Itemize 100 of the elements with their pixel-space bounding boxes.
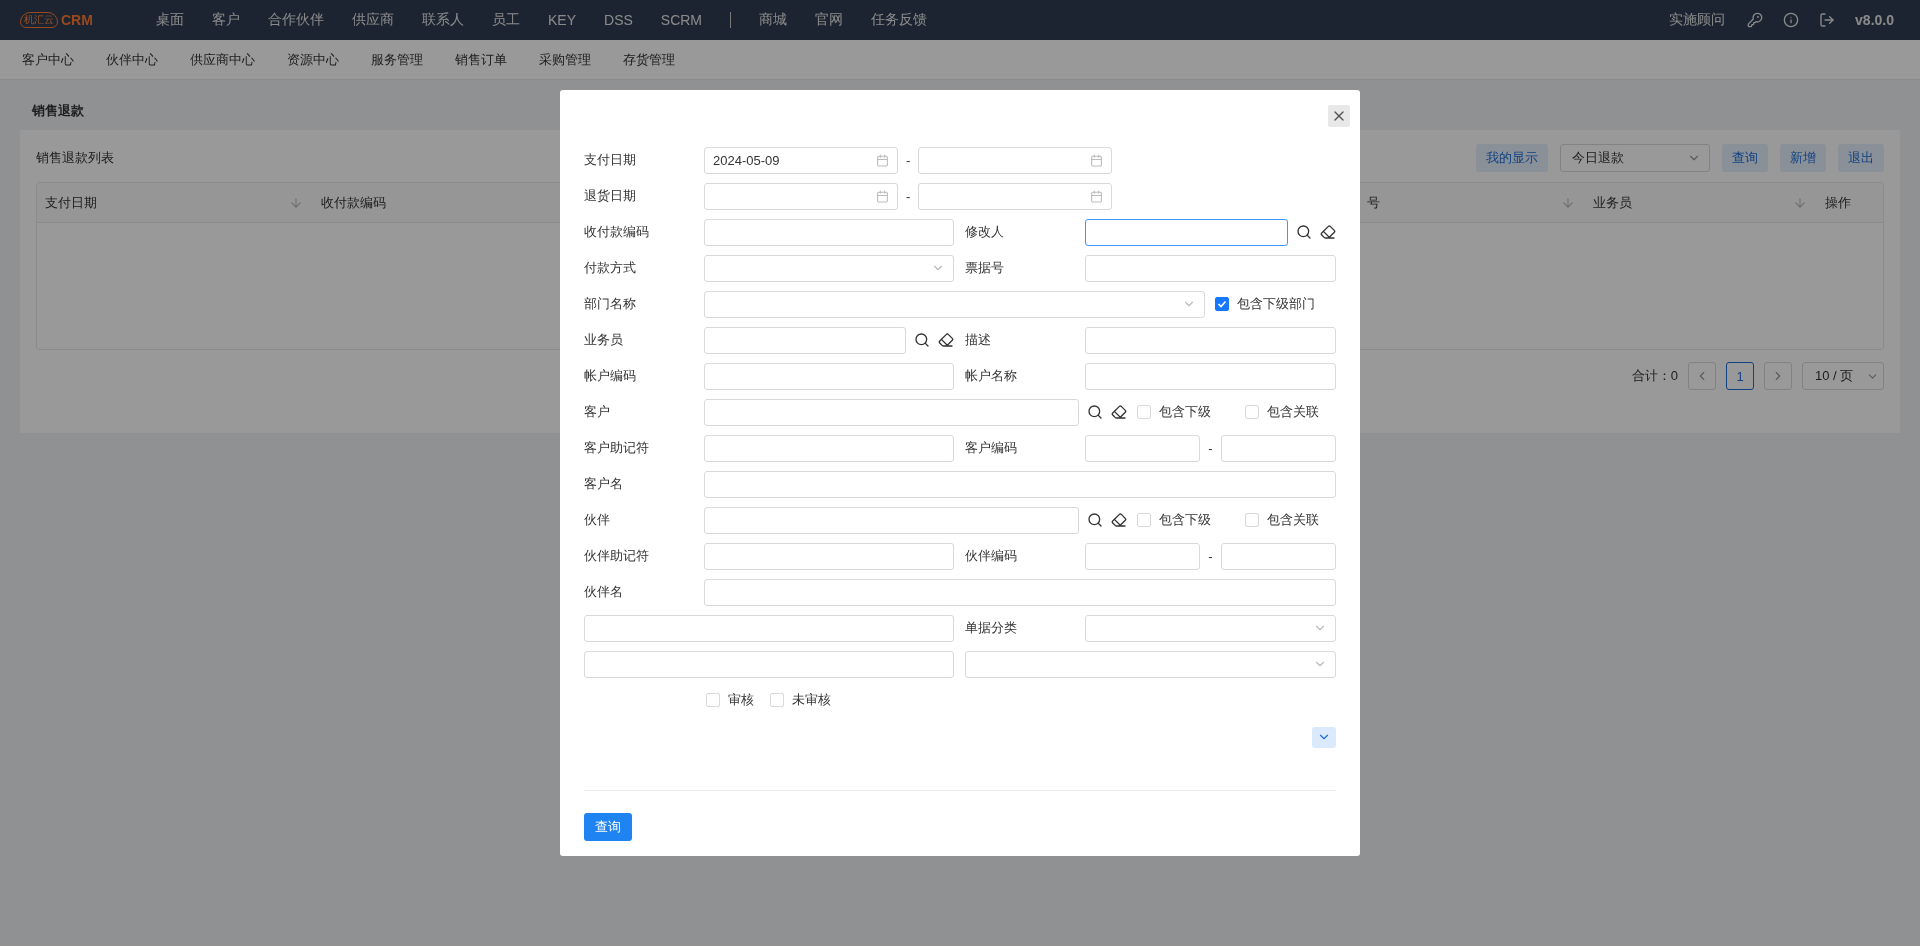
date-field[interactable] bbox=[918, 182, 1113, 210]
field-label: 票据号 bbox=[965, 259, 1005, 277]
nav-item[interactable]: 任务反馈 bbox=[857, 11, 942, 29]
search-icon[interactable] bbox=[914, 332, 930, 348]
info-icon[interactable] bbox=[1783, 12, 1800, 28]
checkbox-label: 包含关联 bbox=[1267, 403, 1319, 421]
field-label: 帐户名称 bbox=[965, 367, 1018, 385]
page-title: 销售退款 bbox=[32, 102, 84, 120]
checkbox-label: 包含关联 bbox=[1267, 511, 1319, 529]
range-dash: - bbox=[906, 152, 911, 168]
subnav-item[interactable]: 资源中心 bbox=[271, 50, 355, 69]
search-icon[interactable] bbox=[1087, 404, 1103, 420]
field-label: 伙伴助记符 bbox=[584, 547, 650, 565]
select-field[interactable] bbox=[1085, 614, 1336, 642]
search-icon[interactable] bbox=[1296, 224, 1312, 240]
logo-name: CRM bbox=[61, 12, 93, 28]
field-label: 业务员 bbox=[584, 331, 624, 349]
checkbox-label: 包含下级 bbox=[1159, 511, 1211, 529]
key-icon[interactable] bbox=[1747, 12, 1764, 28]
nav-item[interactable]: 合作伙伴 bbox=[254, 11, 338, 29]
subnav-item[interactable]: 伙伴中心 bbox=[90, 50, 174, 69]
nav-item[interactable]: 员工 bbox=[478, 11, 534, 29]
sort-arrow-icon[interactable] bbox=[1561, 195, 1575, 210]
expand-button[interactable] bbox=[1312, 726, 1336, 748]
date-field[interactable] bbox=[704, 182, 898, 210]
field-label: 伙伴编码 bbox=[965, 547, 1018, 565]
sort-arrow-icon[interactable] bbox=[289, 195, 303, 210]
total-label: 合计：0 bbox=[1631, 367, 1678, 385]
prev-page-button[interactable] bbox=[1688, 362, 1716, 390]
search-icon[interactable] bbox=[1087, 512, 1103, 528]
field-label: 客户 bbox=[584, 403, 611, 421]
column-header[interactable]: 业务员 bbox=[1593, 193, 1632, 212]
column-header[interactable]: 号 bbox=[1367, 193, 1380, 212]
subnav-item[interactable]: 客户中心 bbox=[6, 50, 90, 69]
eraser-icon[interactable] bbox=[1111, 404, 1127, 420]
field-label: 支付日期 bbox=[584, 151, 637, 169]
field-label: 伙伴名 bbox=[584, 583, 624, 601]
page-button[interactable]: 1 bbox=[1726, 362, 1754, 390]
column-header[interactable]: 支付日期 bbox=[45, 193, 97, 212]
eraser-icon[interactable] bbox=[938, 332, 954, 348]
submit-button[interactable]: 查询 bbox=[584, 813, 632, 841]
field-label: 客户名 bbox=[584, 475, 624, 493]
date-field[interactable] bbox=[918, 146, 1113, 174]
nav-item[interactable]: 供应商 bbox=[338, 11, 408, 29]
subnav-item[interactable]: 服务管理 bbox=[355, 50, 439, 69]
field-label: 退货日期 bbox=[584, 187, 637, 205]
nav-item[interactable]: 联系人 bbox=[408, 11, 478, 29]
checkbox[interactable]: 未审核 bbox=[770, 691, 831, 709]
nav-item[interactable]: 客户 bbox=[198, 11, 254, 29]
nav-item[interactable]: SCRM bbox=[646, 12, 717, 28]
range-dash: - bbox=[906, 188, 911, 204]
column-header[interactable]: 操作 bbox=[1825, 193, 1851, 212]
display-button[interactable]: 我的显示 bbox=[1476, 144, 1548, 172]
nav-item[interactable]: 官网 bbox=[801, 11, 858, 29]
select-field[interactable] bbox=[704, 254, 954, 282]
nav-item[interactable]: 商城 bbox=[745, 11, 802, 29]
range-dash: - bbox=[1208, 440, 1213, 456]
input-field[interactable] bbox=[1085, 218, 1288, 246]
toolbar-button[interactable]: 查询 bbox=[1722, 144, 1768, 172]
toolbar-button[interactable]: 退出 bbox=[1838, 144, 1884, 172]
field-label: 描述 bbox=[965, 331, 992, 349]
nav-item[interactable]: 桌面 bbox=[142, 11, 198, 29]
field-label: 单据分类 bbox=[965, 619, 1018, 637]
checkbox[interactable]: 包含下级部门 bbox=[1215, 295, 1315, 313]
toolbar-button[interactable]: 新增 bbox=[1780, 144, 1826, 172]
eraser-icon[interactable] bbox=[1320, 224, 1336, 240]
checkbox-label: 未审核 bbox=[792, 691, 831, 709]
subnav-item[interactable]: 供应商中心 bbox=[174, 50, 271, 69]
checkbox[interactable]: 包含下级 bbox=[1137, 403, 1211, 421]
page-size-select[interactable]: 10 / 页 bbox=[1802, 362, 1884, 390]
close-button[interactable] bbox=[1328, 105, 1350, 127]
subnav-item[interactable]: 存货管理 bbox=[607, 50, 691, 69]
filter-select[interactable]: 今日退款 bbox=[1560, 144, 1710, 172]
checkbox[interactable]: 包含关联 bbox=[1245, 511, 1319, 529]
checkbox-label: 包含下级部门 bbox=[1237, 295, 1315, 313]
field-label: 帐户编码 bbox=[584, 367, 637, 385]
checkbox[interactable]: 审核 bbox=[706, 691, 754, 709]
nav-item[interactable]: KEY bbox=[534, 12, 590, 28]
checkbox-box[interactable] bbox=[1215, 297, 1229, 311]
subnav-item[interactable]: 采购管理 bbox=[523, 50, 607, 69]
column-header[interactable]: 收付款编码 bbox=[321, 193, 386, 212]
calendar-icon bbox=[1090, 189, 1104, 203]
field-label: 收付款编码 bbox=[584, 223, 650, 241]
checkbox[interactable]: 包含关联 bbox=[1245, 403, 1319, 421]
nav-item[interactable]: DSS bbox=[590, 12, 647, 28]
card-title: 销售退款列表 bbox=[36, 149, 114, 167]
role-link[interactable]: 实施顾问 bbox=[1669, 11, 1726, 29]
calendar-icon bbox=[1090, 153, 1104, 167]
eraser-icon[interactable] bbox=[1111, 512, 1127, 528]
field-label: 修改人 bbox=[965, 223, 1005, 241]
checkbox[interactable]: 包含下级 bbox=[1137, 511, 1211, 529]
select-field[interactable] bbox=[704, 290, 1205, 318]
sort-arrow-icon[interactable] bbox=[1793, 195, 1807, 210]
calendar-icon bbox=[876, 153, 889, 167]
date-field[interactable]: 2024-05-09 bbox=[704, 146, 898, 174]
select-field[interactable] bbox=[965, 650, 1336, 678]
subnav-item[interactable]: 销售订单 bbox=[439, 50, 523, 69]
next-page-button[interactable] bbox=[1764, 362, 1792, 390]
field-label: 客户助记符 bbox=[584, 439, 650, 457]
logout-icon[interactable] bbox=[1819, 12, 1836, 28]
